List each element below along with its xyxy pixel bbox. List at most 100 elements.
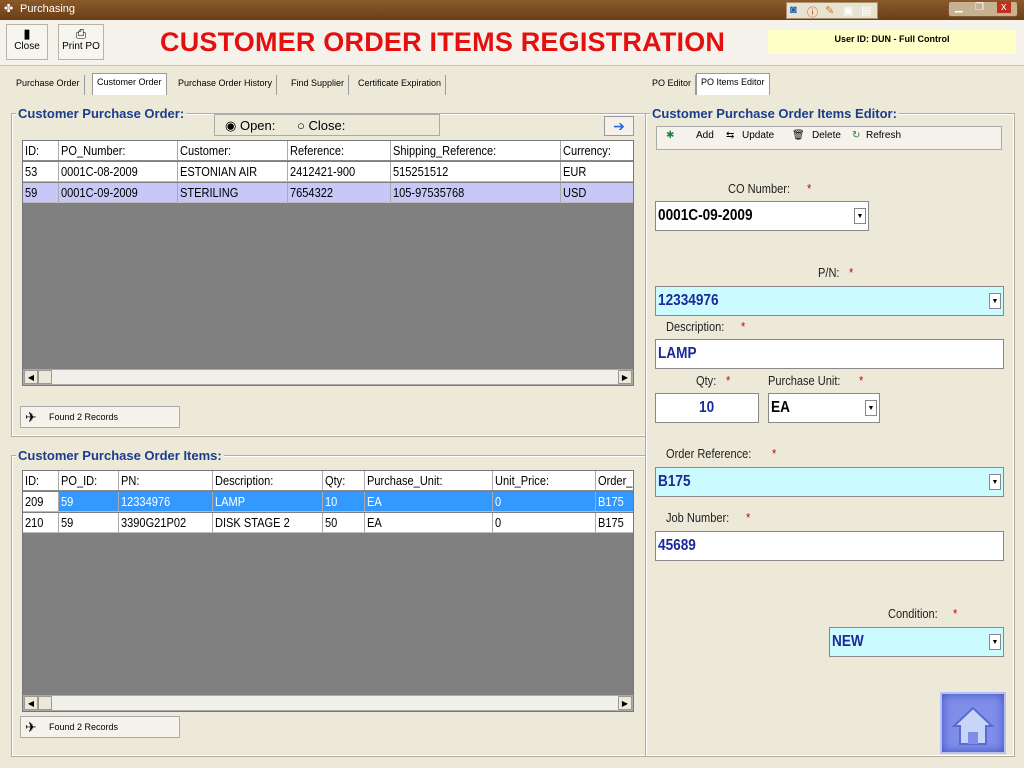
close-radio-label: Close: xyxy=(308,118,346,133)
qty-label: Qty: * xyxy=(696,373,731,388)
tab-po-items-editor[interactable]: PO Items Editor xyxy=(696,73,770,95)
info-icon[interactable]: ⓘ xyxy=(807,4,818,20)
tools-icon[interactable]: ▣ xyxy=(843,4,853,17)
app-icon: ✤ xyxy=(4,3,14,15)
table-row-selected[interactable]: 209 59 12334976 LAMP 10 EA 0 B175 xyxy=(23,492,633,512)
col-header-order[interactable]: Order_ xyxy=(596,471,633,490)
scroll-thumb[interactable] xyxy=(38,696,52,710)
title-bar: ✤ Purchasing ◙ ⓘ ✎ ▣ ▤ ▁ ❐ x xyxy=(0,0,1024,20)
update-icon: ⇆ xyxy=(726,130,735,141)
description-label: Description: * xyxy=(666,319,745,334)
job-number-field[interactable]: 45689 xyxy=(655,531,1004,561)
print-po-button[interactable]: ⎙ Print PO xyxy=(58,24,104,60)
page-title: CUSTOMER ORDER ITEMS REGISTRATION xyxy=(160,27,726,57)
close-button-label: Close xyxy=(14,41,40,52)
airplane-icon: ✈ xyxy=(25,719,37,735)
table-row[interactable]: 53 0001C-08-2009 ESTONIAN AIR 2412421-90… xyxy=(23,162,633,182)
po-record-count: Found 2 Records xyxy=(49,412,119,422)
printer-icon: ⎙ xyxy=(75,26,87,41)
chevron-down-icon[interactable]: ▼ xyxy=(865,400,877,416)
chevron-down-icon[interactable]: ▼ xyxy=(989,474,1001,490)
chevron-down-icon[interactable]: ▼ xyxy=(989,634,1001,650)
close-button[interactable]: ▮ Close xyxy=(6,24,48,60)
items-grid-header: ID: PO_ID: PN: Description: Qty: Purchas… xyxy=(23,471,633,491)
col-header-po-id[interactable]: PO_ID: xyxy=(59,471,119,490)
open-radio-label: Open: xyxy=(239,118,276,133)
refresh-button[interactable]: Refresh xyxy=(866,130,901,146)
po-grid-header: ID: PO_Number: Customer: Reference: Ship… xyxy=(23,141,633,161)
description-field[interactable]: LAMP xyxy=(655,339,1004,369)
table-row-selected[interactable]: 59 0001C-09-2009 STERILING 7654322 105-9… xyxy=(23,183,633,203)
help-icon[interactable]: ◙ xyxy=(790,4,797,16)
tab-find-supplier[interactable]: Find Supplier xyxy=(287,75,350,95)
quick-tools: ◙ ⓘ ✎ ▣ ▤ xyxy=(786,2,878,19)
scroll-thumb[interactable] xyxy=(38,370,52,384)
col-header-po-number[interactable]: PO_Number: xyxy=(59,141,178,160)
col-header-purchase-unit[interactable]: Purchase_Unit: xyxy=(365,471,493,490)
scroll-left-icon[interactable]: ◀ xyxy=(24,696,38,710)
window-title: Purchasing xyxy=(20,3,76,15)
order-reference-label: Order Reference: * xyxy=(666,446,777,461)
scroll-right-icon[interactable]: ▶ xyxy=(618,370,632,384)
purchase-unit-select[interactable]: EA ▼ xyxy=(768,393,880,423)
minimize-icon[interactable]: ▁ xyxy=(955,2,963,13)
col-header-unit-price[interactable]: Unit_Price: xyxy=(493,471,596,490)
chevron-down-icon[interactable]: ▼ xyxy=(854,208,866,224)
window-controls: ▁ ❐ x xyxy=(948,1,1018,17)
table-row[interactable]: 210 59 3390G21P02 DISK STAGE 2 50 EA 0 B… xyxy=(23,513,633,533)
col-header-reference[interactable]: Reference: xyxy=(288,141,391,160)
po-grid: ID: PO_Number: Customer: Reference: Ship… xyxy=(22,140,634,386)
arrow-right-icon: ➔ xyxy=(613,118,625,134)
order-reference-select[interactable]: B175 ▼ xyxy=(655,467,1004,497)
col-header-customer[interactable]: Customer: xyxy=(178,141,288,160)
refresh-icon: ↻ xyxy=(852,130,861,141)
col-header-id[interactable]: ID: xyxy=(23,141,59,160)
go-arrow-button[interactable]: ➔ xyxy=(604,116,634,136)
tab-po-editor[interactable]: PO Editor xyxy=(648,75,697,95)
chevron-down-icon[interactable]: ▼ xyxy=(989,293,1001,309)
items-panel-title: Customer Purchase Order Items: xyxy=(16,448,224,463)
order-filter: ◉ Open: ○ Close: xyxy=(214,114,440,136)
add-icon: ✱ xyxy=(666,130,675,141)
co-number-select[interactable]: 0001C-09-2009 ▼ xyxy=(655,201,869,231)
col-header-description[interactable]: Description: xyxy=(213,471,323,490)
restore-icon[interactable]: ❐ xyxy=(975,2,984,13)
items-grid: ID: PO_ID: PN: Description: Qty: Purchas… xyxy=(22,470,634,712)
qty-field[interactable]: 10 xyxy=(655,393,759,423)
tab-purchase-order-history[interactable]: Purchase Order History xyxy=(174,75,278,95)
home-button[interactable] xyxy=(940,692,1006,754)
close-radio[interactable]: ○ Close: xyxy=(297,118,345,133)
note-icon[interactable]: ✎ xyxy=(825,4,834,17)
airplane-icon: ✈ xyxy=(25,409,37,425)
condition-select[interactable]: NEW ▼ xyxy=(829,627,1004,657)
update-button[interactable]: Update xyxy=(742,130,774,146)
tab-customer-order[interactable]: Customer Order xyxy=(92,73,167,95)
tab-certificate-expiration[interactable]: Certificate Expiration xyxy=(354,75,447,95)
col-header-qty[interactable]: Qty: xyxy=(323,471,365,490)
tab-purchase-order[interactable]: Purchase Order xyxy=(12,75,85,95)
print-button-label: Print PO xyxy=(62,41,100,52)
door-icon: ▮ xyxy=(23,26,31,41)
scroll-right-icon[interactable]: ▶ xyxy=(618,696,632,710)
job-number-label: Job Number: * xyxy=(666,510,751,525)
scroll-left-icon[interactable]: ◀ xyxy=(24,370,38,384)
items-record-count: Found 2 Records xyxy=(49,722,119,732)
report-icon[interactable]: ▤ xyxy=(861,4,871,17)
col-header-pn[interactable]: PN: xyxy=(119,471,213,490)
pn-label: P/N: * xyxy=(818,265,854,280)
delete-button[interactable]: Delete xyxy=(812,130,841,146)
open-radio[interactable]: ◉ Open: xyxy=(225,118,275,134)
co-number-label: CO Number: * xyxy=(728,181,812,196)
pn-select[interactable]: 12334976 ▼ xyxy=(655,286,1004,316)
editor-panel-title: Customer Purchase Order Items Editor: xyxy=(650,106,899,121)
col-header-id[interactable]: ID: xyxy=(23,471,59,490)
po-status-bar: ✈ Found 2 Records xyxy=(20,406,180,428)
col-header-currency[interactable]: Currency: xyxy=(561,141,633,160)
po-grid-scrollbar[interactable]: ◀ ▶ xyxy=(23,369,633,385)
col-header-shipping-reference[interactable]: Shipping_Reference: xyxy=(391,141,561,160)
close-window-icon[interactable]: x xyxy=(997,1,1011,13)
home-icon xyxy=(951,706,995,745)
add-button[interactable]: Add xyxy=(696,130,714,146)
items-status-bar: ✈ Found 2 Records xyxy=(20,716,180,738)
items-grid-scrollbar[interactable]: ◀ ▶ xyxy=(23,695,633,711)
